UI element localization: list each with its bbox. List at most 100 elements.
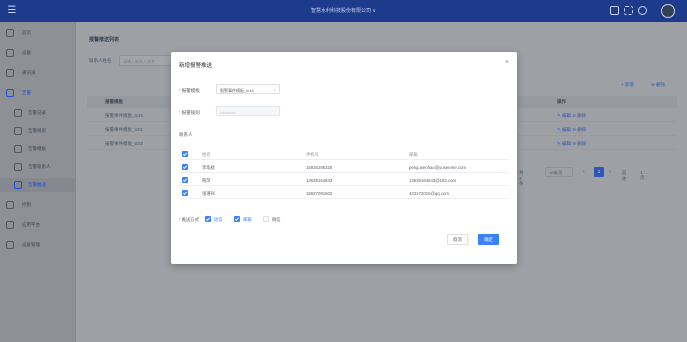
sidebar-item-label: 首页 (22, 30, 31, 35)
push-icon (14, 181, 22, 189)
contact-email: 423172016@qq.com (409, 190, 449, 196)
sidebar-item-alarm-record[interactable]: 告警记录 (0, 106, 76, 120)
contact-email: peng.wenhao@yoseeme.com (409, 164, 466, 170)
page-number-button[interactable]: 1 (594, 167, 604, 177)
required-mark: * (179, 88, 181, 93)
sidebar-item-label: 控制 (22, 202, 31, 207)
sidebar-item-label: 告警 (22, 90, 31, 95)
column-header-phone: 手机号 (306, 151, 319, 157)
rule-input: weihanxi (216, 106, 280, 116)
pager-total: 共 3 条 (519, 170, 524, 186)
page-title: 报警推送列表 (89, 37, 120, 43)
add-push-dialog: 新增报警推送 × *报警模板 报警事件模板_tc16 ∨ * 报警规则 weiha… (171, 52, 517, 264)
filter-label: 联系人姓名 (89, 58, 112, 63)
sidebar-item-label: 设备 (22, 50, 31, 55)
row-checkbox[interactable] (182, 177, 188, 183)
column-header-email: 邮箱 (409, 151, 418, 157)
alarm-icon (6, 89, 14, 97)
fullscreen-icon[interactable] (624, 6, 633, 15)
row-name: 报警事件模板_tc16 (105, 113, 144, 118)
row-ops[interactable]: ✎ 编辑 ⊖ 删除 (557, 141, 586, 147)
sidebar-item-home[interactable]: 首页 (0, 26, 76, 40)
row-checkbox[interactable] (182, 164, 188, 170)
contact-name: 李焰枕 (202, 164, 215, 170)
sidebar-item-alarm-push[interactable]: 告警推送 (0, 178, 76, 192)
template-select[interactable]: 报警事件模板_tc16 ∨ (216, 84, 280, 94)
email-option-label[interactable]: 邮箱 (243, 217, 252, 223)
row-checkbox[interactable] (182, 190, 188, 196)
method-label-text: 推送方式 (181, 217, 199, 222)
sidebar-item-alarm-rule[interactable]: 告警规则 (0, 124, 76, 138)
select-all-checkbox[interactable] (182, 151, 188, 157)
sidebar-item-platform[interactable]: 应用平台 (0, 218, 76, 232)
row-ops[interactable]: ✎ 编辑 ⊖ 删除 (557, 127, 586, 133)
filter-input[interactable]: 请输入联系人姓名 (119, 55, 179, 66)
row-name: 报警事件模板_tc01 (105, 127, 144, 132)
dialog-title: 新增报警推送 (179, 63, 213, 69)
cancel-button[interactable]: 取消 (447, 234, 468, 245)
add-link[interactable]: + 新增 (621, 82, 634, 88)
sidebar-item-label: 告警推送 (28, 182, 46, 187)
home-icon (6, 29, 14, 37)
push-method-group: *推送方式 短信 邮箱 微信 (179, 214, 379, 224)
chevron-down-icon: ∨ (273, 87, 276, 92)
sidebar-item-label: 告警规则 (28, 128, 46, 133)
wechat-option-label[interactable]: 微信 (272, 217, 281, 223)
contacts-icon (6, 69, 14, 77)
top-bar: ☰ 智慧水利科技股份有限公司 ∨ (0, 0, 687, 22)
required-mark: * (179, 217, 181, 222)
sms-option-label[interactable]: 短信 (214, 217, 223, 223)
contact-row: 张瑾祥 15927091502 423172016@qq.com (179, 187, 509, 199)
screen-icon[interactable] (610, 6, 619, 15)
confirm-button[interactable]: 确定 (478, 234, 499, 245)
method-label: *推送方式 (179, 217, 199, 223)
sidebar-item-alarm-contact[interactable]: 告警联系人 (0, 160, 76, 174)
row-ops[interactable]: ✎ 编辑 ⊖ 删除 (557, 113, 586, 119)
sidebar-item-label: 设备管理 (22, 242, 40, 247)
contact-name: 韩萍 (202, 177, 211, 183)
sidebar-item-device-manage[interactable]: 设备管理 (0, 238, 76, 252)
close-icon[interactable]: × (505, 59, 509, 66)
company-selector[interactable]: 智慧水利科技股份有限公司 ∨ (0, 7, 687, 14)
column-header-name: 姓名 (202, 151, 211, 157)
page-size-select[interactable]: 10条/页 (545, 167, 573, 177)
manage-icon (6, 241, 14, 249)
goto-label: 前往 (622, 170, 627, 181)
delete-link[interactable]: ⊖ 删除 (651, 82, 665, 88)
filter-placeholder: 请输入联系人姓名 (123, 59, 155, 64)
sidebar-item-device[interactable]: 设备 (0, 46, 76, 60)
next-page-button[interactable]: › (609, 169, 611, 175)
sidebar-item-label: 告警记录 (28, 110, 46, 115)
contact-phone: 15926295325 (306, 164, 333, 170)
sidebar-item-label: 应用平台 (22, 222, 40, 227)
rule-label-text: 报警规则 (181, 110, 200, 115)
column-header-name: 报警模板 (105, 99, 123, 104)
prev-page-button[interactable]: ‹ (583, 169, 585, 175)
control-icon (6, 201, 14, 209)
template-select-value: 报警事件模板_tc16 (220, 87, 254, 93)
contact-icon (14, 163, 22, 171)
column-header-ops: 操作 (557, 99, 566, 104)
contacts-label: 联系人 (179, 132, 193, 137)
sms-checkbox[interactable] (205, 216, 211, 222)
email-checkbox[interactable] (234, 216, 240, 222)
contact-email: 13639164843@163.com (409, 177, 457, 183)
contacts-table-header: 姓名 手机号 邮箱 (179, 148, 509, 160)
sidebar-item-label: 通讯录 (22, 70, 36, 75)
rule-input-value: weihanxi (220, 109, 236, 115)
sidebar-item-contacts[interactable]: 通讯录 (0, 66, 76, 80)
sidebar-item-control[interactable]: 控制 (0, 198, 76, 212)
platform-icon (6, 221, 14, 229)
rule-icon (14, 127, 22, 135)
wechat-checkbox[interactable] (263, 216, 269, 222)
row-name: 报警事件模板_tc03 (105, 141, 144, 146)
sidebar-item-alarm[interactable]: 告警 (0, 86, 76, 100)
goto-input[interactable]: 1 页 (640, 170, 645, 181)
sidebar-item-alarm-template[interactable]: 告警模板 (0, 142, 76, 156)
user-avatar[interactable] (661, 4, 675, 18)
help-icon[interactable] (638, 6, 647, 15)
contact-phone: 13639164843 (306, 177, 333, 183)
contact-name: 张瑾祥 (202, 190, 215, 196)
template-field-label: *报警模板 (179, 88, 200, 94)
page-size-value: 10条/页 (549, 170, 563, 175)
